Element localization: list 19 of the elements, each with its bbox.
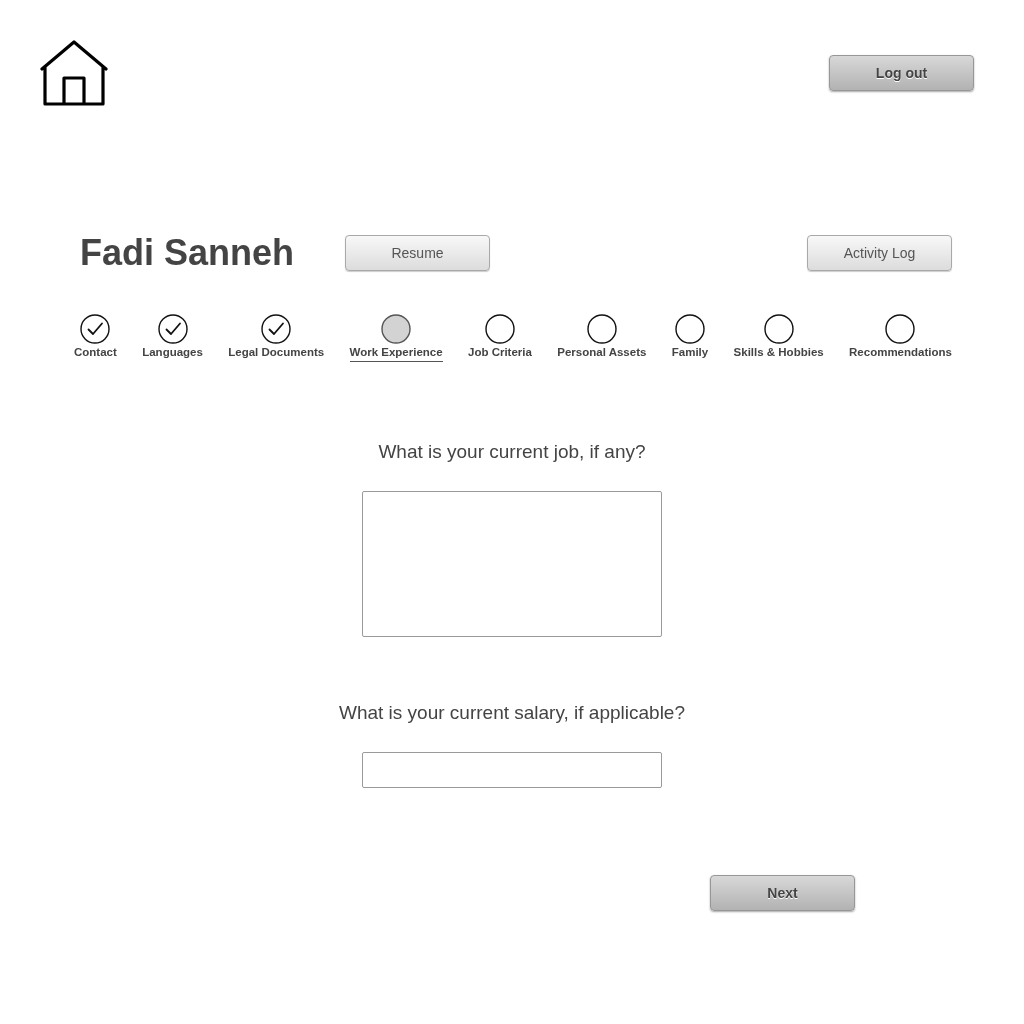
next-button[interactable]: Next	[710, 875, 855, 911]
step-tab[interactable]: Legal Documents	[228, 314, 325, 362]
step-tab[interactable]: Skills & Hobbies	[733, 314, 824, 362]
step-tab[interactable]: Job Criteria	[468, 314, 532, 362]
step-tab[interactable]: Contact	[74, 314, 117, 362]
input-field[interactable]	[362, 752, 662, 788]
resume-button[interactable]: Resume	[345, 235, 491, 271]
question-label: What is your current salary, if applicable?	[339, 701, 685, 725]
step-tab[interactable]: Recommendations	[849, 314, 952, 362]
answer-box[interactable]	[362, 491, 662, 637]
step-tab[interactable]: Family	[671, 314, 709, 362]
activity-log-button[interactable]: Activity Log	[807, 235, 952, 271]
logout-button[interactable]: Log out	[829, 55, 974, 91]
step-tab[interactable]: Work Experience	[349, 314, 443, 362]
step-tab[interactable]: Languages	[142, 314, 203, 362]
step-tab[interactable]: Personal Assets	[557, 314, 647, 362]
home-icon[interactable]	[40, 40, 108, 106]
person-name: Fadi Sanneh	[80, 233, 295, 273]
question-label: What is your current job, if any?	[378, 440, 646, 464]
